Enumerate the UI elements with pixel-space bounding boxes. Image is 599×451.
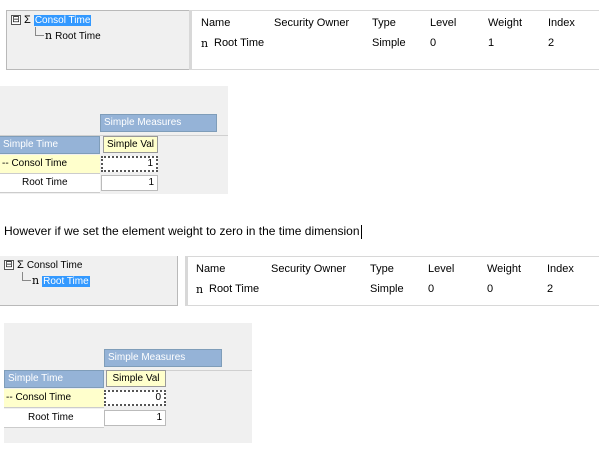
column-header-weight[interactable]: Weight <box>488 17 522 29</box>
column-header-index[interactable]: Index <box>548 17 575 29</box>
column-header-type[interactable]: Type <box>370 263 394 275</box>
explanation-text: However if we set the element weight to … <box>4 224 362 239</box>
column-header-index[interactable]: Index <box>547 263 574 275</box>
data-cell[interactable]: 1 <box>101 175 158 191</box>
text-cursor <box>360 224 362 239</box>
cell-level: 0 <box>428 283 435 295</box>
tree-node-label[interactable]: Root Time <box>55 31 101 42</box>
tree-node-label[interactable]: Consol Time <box>27 260 83 271</box>
data-cell[interactable]: 1 <box>104 410 166 426</box>
simple-element-icon: n <box>196 283 204 296</box>
table-row[interactable]: n Root Time Simple 0 0 2 <box>188 281 599 299</box>
column-member-header[interactable]: Simple Val <box>106 370 166 387</box>
row-dimension-header[interactable]: Simple Time <box>0 136 100 154</box>
column-header-weight[interactable]: Weight <box>487 263 521 275</box>
simple-element-icon: n <box>201 37 209 50</box>
tree-node-root-time[interactable]: n Root Time <box>45 30 101 43</box>
tree-node-root-time[interactable]: n Root Time <box>32 275 90 288</box>
cell-index: 2 <box>548 37 555 49</box>
column-dimension-header[interactable]: Simple Measures <box>104 349 222 367</box>
column-member-header[interactable]: Simple Val <box>103 136 158 153</box>
tree-node-consol-time[interactable]: ⊟ Σ Consol Time <box>4 259 82 272</box>
element-list-1: Name Security Owner Type Level Weight In… <box>189 10 599 70</box>
column-header-type[interactable]: Type <box>372 17 396 29</box>
column-header-security-owner[interactable]: Security Owner <box>271 263 346 275</box>
column-header-level[interactable]: Level <box>428 263 454 275</box>
caption-text: However if we set the element weight to … <box>4 224 360 238</box>
cell-name: Root Time <box>209 283 260 295</box>
cell-weight: 0 <box>487 283 494 295</box>
tree-connector <box>22 272 31 281</box>
dimension-tree-1: ⊟ Σ Consol Time n Root Time <box>6 10 192 70</box>
simple-element-icon: n <box>32 274 40 287</box>
cell-weight: 1 <box>488 37 495 49</box>
row-header-consol-time[interactable]: -- Consol Time <box>4 389 104 408</box>
cell-type: Simple <box>370 283 404 295</box>
row-header-consol-time[interactable]: -- Consol Time <box>0 155 100 174</box>
tree-node-consol-time[interactable]: ⊟ Σ Consol Time <box>11 14 92 27</box>
tree-node-label[interactable]: Consol Time <box>33 15 92 26</box>
cell-type: Simple <box>372 37 406 49</box>
cell-name: Root Time <box>214 37 265 49</box>
simple-element-icon: n <box>45 29 53 42</box>
column-header-name[interactable]: Name <box>196 263 225 275</box>
row-header-root-time[interactable]: Root Time <box>4 409 104 428</box>
cell-level: 0 <box>430 37 437 49</box>
data-cell[interactable]: 1 <box>101 156 158 172</box>
row-header-root-time[interactable]: Root Time <box>0 174 100 193</box>
dimension-tree-2: ⊟ Σ Consol Time n Root Time <box>0 256 178 306</box>
column-dimension-header[interactable]: Simple Measures <box>100 114 217 132</box>
consolidated-element-icon: Σ <box>17 259 24 271</box>
tree-connector <box>35 27 44 36</box>
column-header-name[interactable]: Name <box>201 17 230 29</box>
data-cell[interactable]: 0 <box>104 390 166 406</box>
element-list-2: Name Security Owner Type Level Weight In… <box>185 256 599 306</box>
consolidated-element-icon: Σ <box>24 14 31 26</box>
table-row[interactable]: n Root Time Simple 0 1 2 <box>192 35 599 53</box>
column-header-security-owner[interactable]: Security Owner <box>274 17 349 29</box>
collapse-icon[interactable]: ⊟ <box>4 260 14 271</box>
collapse-icon[interactable]: ⊟ <box>11 15 21 26</box>
tree-node-label[interactable]: Root Time <box>42 276 90 287</box>
column-header-level[interactable]: Level <box>430 17 456 29</box>
row-dimension-header[interactable]: Simple Time <box>4 370 104 388</box>
cube-viewer-1: Simple Measures Simple Time Simple Val -… <box>0 86 228 194</box>
cube-viewer-2: Simple Measures Simple Time Simple Val -… <box>4 323 252 443</box>
cell-index: 2 <box>547 283 554 295</box>
